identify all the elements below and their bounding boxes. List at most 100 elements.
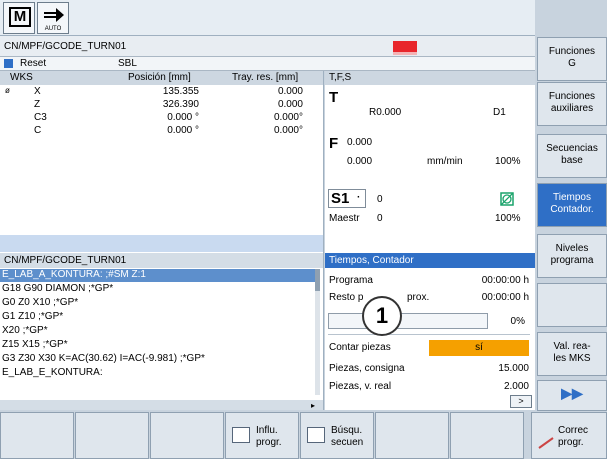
softkey-label: Funciones bbox=[548, 91, 596, 102]
feed-value-set: 0.000 bbox=[347, 156, 373, 167]
wks-selection-bar bbox=[0, 235, 323, 252]
softkey-label: Funciones bbox=[548, 46, 596, 57]
softkey-label: Val. rea- bbox=[553, 341, 591, 352]
program-progress-bar bbox=[328, 313, 488, 329]
axis-position: 326.390 bbox=[162, 99, 199, 110]
tfs-panel: T,F,S T R0.000 D1 F 0.000 0.000 mm/min 1… bbox=[325, 71, 535, 253]
actual-parts-value[interactable]: 2.000 bbox=[504, 381, 529, 392]
spindle-override: 100% bbox=[495, 213, 521, 224]
more-softkeys-button[interactable]: ▶▶ bbox=[537, 380, 607, 411]
listing-hscrollbar[interactable]: ▸ bbox=[0, 400, 323, 410]
softkey-label: Secuencias bbox=[546, 143, 598, 154]
program-line[interactable]: G3 Z30 X30 K=AC(30.62) I=AC(-9.981) ;*GP… bbox=[2, 353, 312, 366]
feed-unit: mm/min bbox=[427, 156, 463, 167]
mcs-values-softkey[interactable]: Val. rea- les MKS bbox=[537, 332, 607, 376]
block-search-icon bbox=[307, 427, 325, 443]
program-line[interactable]: G0 Z0 X10 ;*GP* bbox=[2, 297, 312, 310]
softkey-label: progr. bbox=[256, 437, 282, 448]
tfs-title: T,F,S bbox=[329, 72, 352, 83]
axis-row: ø X 135.355 0.000 bbox=[0, 86, 323, 99]
softkey-label: progr. bbox=[558, 437, 584, 448]
program-path: CN/MPF/GCODE_TURN01 bbox=[4, 41, 127, 52]
scroll-right-icon[interactable]: ▸ bbox=[311, 401, 315, 410]
times-counter-softkey[interactable]: Tiempos Contador. bbox=[537, 183, 607, 227]
auto-mode-label: AUTO bbox=[44, 26, 62, 32]
axis-name: C3 bbox=[34, 112, 47, 123]
arrow-right-icon bbox=[44, 8, 64, 22]
program-line-active[interactable]: E_LAB_A_KONTURA: ;#SM Z:1 bbox=[0, 269, 318, 282]
softkey-label-group: Influ. progr. bbox=[256, 425, 282, 449]
program-listing-panel: CN/MPF/GCODE_TURN01 E_LAB_A_KONTURA: ;#S… bbox=[0, 253, 324, 410]
machine-mode-label: M bbox=[9, 7, 31, 27]
empty-softkey[interactable] bbox=[450, 412, 524, 459]
axis-row: C3 0.000 ° 0.000° bbox=[0, 112, 323, 125]
program-time-value: 00:00:00 h bbox=[481, 275, 529, 286]
remaining-time-value: 00:00:00 h bbox=[481, 292, 529, 303]
program-time-label: Programa bbox=[329, 275, 373, 286]
empty-softkey[interactable] bbox=[537, 283, 607, 327]
softkey-label: secuen bbox=[331, 437, 364, 448]
softkey-label: base bbox=[561, 155, 583, 166]
feed-label: F bbox=[329, 135, 339, 152]
program-line[interactable]: G18 G90 DIAMON ;*GP* bbox=[2, 283, 312, 296]
channel-status-bar: Reset SBL bbox=[0, 57, 535, 71]
axis-name: C bbox=[34, 125, 42, 136]
machine-mode-button[interactable]: M bbox=[3, 2, 35, 34]
master-value: 0 bbox=[377, 213, 383, 224]
radius-value: R0.000 bbox=[369, 107, 402, 118]
g-functions-softkey[interactable]: Funciones G bbox=[537, 37, 607, 81]
axis-position: 0.000 ° bbox=[167, 112, 199, 123]
sbl-status: SBL bbox=[118, 58, 137, 69]
axis-distance: 0.000° bbox=[273, 112, 303, 123]
program-control-softkey[interactable]: Influ. progr. bbox=[225, 412, 299, 459]
spindle-selector[interactable]: S1 · bbox=[328, 189, 366, 208]
program-control-icon bbox=[232, 427, 250, 443]
next-page-button[interactable]: > bbox=[510, 395, 532, 408]
axis-row: Z 326.390 0.000 bbox=[0, 99, 323, 112]
axis-distance: 0.000 bbox=[277, 99, 303, 110]
wks-position-panel: WKS Posición [mm] Tray. res. [mm] ø X 13… bbox=[0, 71, 324, 253]
program-line[interactable]: X20 ;*GP* bbox=[2, 325, 312, 338]
divider bbox=[328, 334, 530, 335]
program-correction-softkey[interactable]: Correc progr. bbox=[531, 412, 607, 459]
softkey-label: Influ. bbox=[256, 425, 278, 436]
axis-name: Z bbox=[34, 99, 41, 110]
softkey-label: Correc bbox=[558, 425, 589, 436]
block-search-softkey[interactable]: Búsqu. secuen bbox=[300, 412, 374, 459]
target-parts-value[interactable]: 15.000 bbox=[498, 363, 529, 374]
softkey-label: les MKS bbox=[553, 353, 591, 364]
reset-status-icon bbox=[4, 59, 13, 68]
program-line[interactable]: Z15 X15 ;*GP* bbox=[2, 339, 312, 352]
program-line[interactable]: G1 Z10 ;*GP* bbox=[2, 311, 312, 324]
axis-distance: 0.000° bbox=[273, 125, 303, 136]
spindle-value: 0 bbox=[377, 194, 383, 205]
axis-row: C 0.000 ° 0.000° bbox=[0, 125, 323, 138]
program-line[interactable]: E_LAB_E_KONTURA: bbox=[2, 367, 312, 380]
axis-marker-icon: ø bbox=[5, 86, 10, 95]
auto-mode-button[interactable]: AUTO bbox=[37, 2, 69, 34]
empty-softkey[interactable] bbox=[75, 412, 149, 459]
listing-header: CN/MPF/GCODE_TURN01 bbox=[0, 253, 323, 268]
empty-softkey[interactable] bbox=[375, 412, 449, 459]
actual-parts-label: Piezas, v. real bbox=[329, 381, 392, 392]
listing-scroll-thumb[interactable] bbox=[315, 269, 320, 291]
wks-col-header: WKS bbox=[10, 72, 33, 83]
softkey-label: Contador. bbox=[550, 204, 594, 215]
empty-softkey[interactable] bbox=[150, 412, 224, 459]
spindle-dropdown-icon: · bbox=[357, 192, 361, 203]
times-title: Tiempos, Contador bbox=[329, 255, 414, 266]
double-arrow-icon: ▶▶ bbox=[561, 385, 583, 401]
empty-softkey[interactable] bbox=[0, 412, 74, 459]
aux-functions-softkey[interactable]: Funciones auxiliares bbox=[537, 82, 607, 126]
softkey-label: Niveles bbox=[555, 243, 589, 254]
d-number-value: D1 bbox=[493, 107, 506, 118]
program-path-bar: CN/MPF/GCODE_TURN01 bbox=[0, 36, 535, 57]
count-parts-toggle[interactable]: sí bbox=[429, 340, 529, 356]
alarm-indicator-icon[interactable] bbox=[393, 41, 417, 52]
program-levels-softkey[interactable]: Niveles programa bbox=[537, 234, 607, 278]
softkey-label: G bbox=[568, 58, 576, 69]
listing-title: CN/MPF/GCODE_TURN01 bbox=[4, 255, 127, 266]
base-blocks-softkey[interactable]: Secuencias base bbox=[537, 134, 607, 178]
spindle-label: S1 bbox=[331, 190, 350, 207]
pencil-icon bbox=[538, 437, 554, 449]
